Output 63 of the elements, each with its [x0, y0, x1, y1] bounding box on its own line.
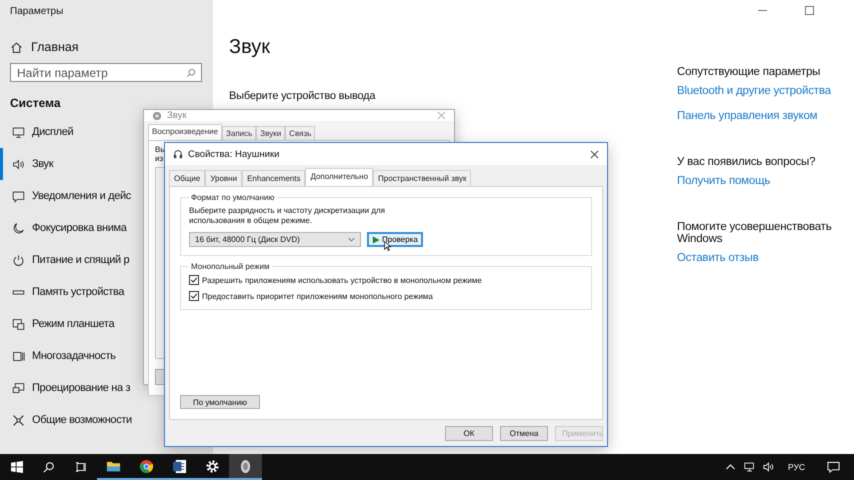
- section-title: Сопутствующие параметры: [677, 66, 822, 78]
- format-dropdown[interactable]: 16 бит, 48000 Гц (Диск DVD): [189, 232, 361, 247]
- moon-icon: [12, 222, 25, 234]
- sidebar-item[interactable]: Режим планшета: [0, 308, 213, 340]
- gear-icon: [205, 458, 220, 474]
- sidebar-item[interactable]: Многозадачность: [0, 340, 213, 372]
- group-title: Монопольный режим: [190, 262, 270, 271]
- home-icon: [10, 40, 23, 54]
- monitor-icon: [12, 126, 25, 138]
- home-link[interactable]: Главная: [0, 28, 213, 57]
- dialog-tab[interactable]: Уровни: [205, 170, 242, 186]
- dialog-tab[interactable]: Звуки: [256, 126, 286, 140]
- dialog-tab[interactable]: Пространственный звук: [373, 170, 472, 186]
- app-icon: [238, 458, 253, 474]
- close-icon[interactable]: [590, 150, 599, 158]
- defaults-button[interactable]: По умолчанию: [180, 395, 260, 409]
- text-fragment: из: [155, 154, 164, 163]
- page-heading: Звук: [229, 36, 272, 59]
- maximize-icon[interactable]: [805, 6, 814, 15]
- project-icon: [12, 382, 25, 394]
- search-icon: [186, 68, 196, 78]
- dialog-tab[interactable]: Запись: [222, 126, 256, 140]
- settings-link[interactable]: Панель управления звуком: [677, 110, 847, 122]
- section-title: У вас появились вопросы?: [677, 156, 816, 168]
- dialog-tab[interactable]: Воспроизведение: [148, 124, 222, 140]
- section-heading: Система: [10, 96, 61, 110]
- dialog-tab[interactable]: Связь: [285, 126, 316, 140]
- tablet-icon: [12, 318, 25, 330]
- caret-icon[interactable]: [724, 462, 736, 472]
- play-icon: [372, 236, 380, 244]
- dialog-button[interactable]: Отмена: [500, 426, 548, 440]
- chevron-icon: [348, 237, 355, 242]
- message-icon: [12, 190, 25, 202]
- test-button[interactable]: Проверка: [367, 232, 423, 247]
- dialog-tab[interactable]: Общие: [169, 170, 206, 186]
- dialog-tab[interactable]: Enhancements: [242, 170, 306, 186]
- taskbar-app[interactable]: [229, 454, 262, 480]
- globe-icon: [139, 458, 154, 474]
- dialog-tab[interactable]: Дополнительно: [305, 168, 374, 186]
- checkbox[interactable]: [189, 275, 199, 285]
- doc-icon: [172, 458, 187, 474]
- notifications-icon[interactable]: [827, 461, 840, 473]
- dialog-title: Звук: [167, 110, 188, 121]
- language-indicator[interactable]: РУС: [788, 462, 805, 472]
- volume-icon[interactable]: [762, 462, 774, 472]
- checkbox[interactable]: [189, 291, 199, 301]
- power-icon: [12, 254, 25, 266]
- settings-link[interactable]: Оставить отзыв: [677, 252, 847, 264]
- search-field[interactable]: Найти параметр: [10, 63, 202, 82]
- dialog-button[interactable]: ОК: [445, 426, 493, 440]
- settings-link[interactable]: Bluetooth и другие устройства: [677, 85, 847, 97]
- settings-link[interactable]: Получить помощь: [677, 175, 847, 187]
- section-subheading: Выберите устройство вывода: [229, 90, 376, 102]
- access-icon: [12, 414, 25, 426]
- checkbox-label: Разрешить приложениям использовать устройство в монопольном режиме: [202, 276, 482, 284]
- headphones-icon: [173, 149, 183, 159]
- group-title: Формат по умолчанию: [190, 193, 276, 202]
- section-title: Помогите усовершенствовать Windows: [677, 221, 833, 245]
- checkbox-label: Предоставить приоритет приложениям монопольного режима: [202, 292, 433, 300]
- description-text: Выберите разрядность и частоту дискретизации для использования в общем режиме.: [189, 206, 386, 226]
- network-icon[interactable]: [744, 462, 755, 472]
- multitask-icon: [12, 350, 25, 362]
- window-title: Параметры: [9, 5, 64, 19]
